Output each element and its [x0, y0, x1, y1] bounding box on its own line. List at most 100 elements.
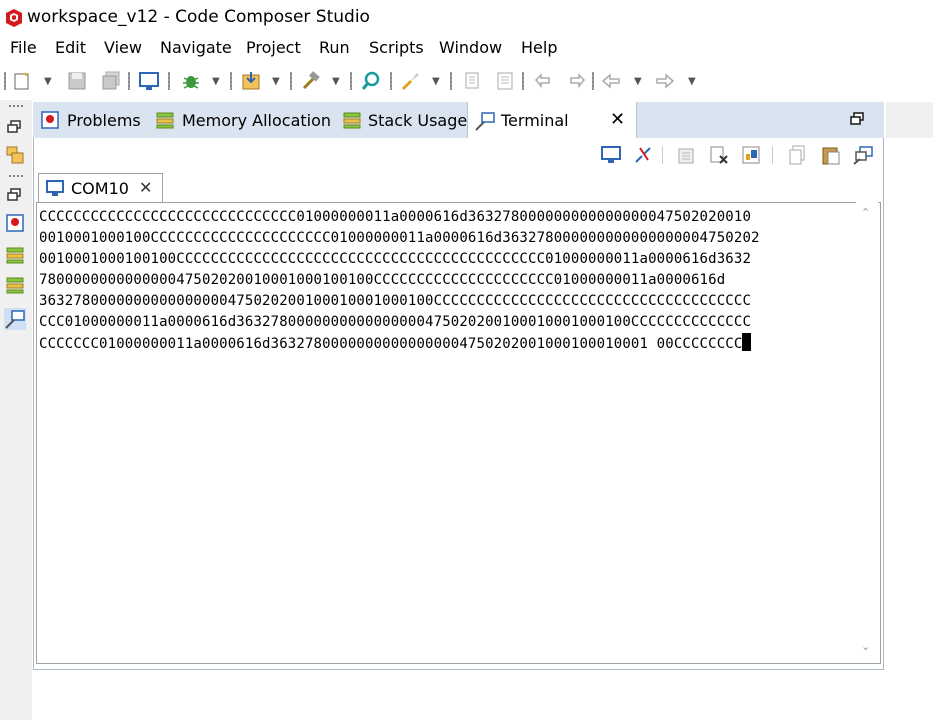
- terminal-line: 3632780000000000000000475020200100010001…: [39, 293, 752, 309]
- back-arrow-icon[interactable]: [600, 70, 622, 92]
- window-title: workspace_v12 - Code Composer Studio: [27, 7, 370, 27]
- terminal-connection-icon: [46, 180, 64, 196]
- debug-dropdown-icon[interactable]: ▼: [212, 76, 220, 87]
- new-dropdown-icon[interactable]: ▼: [44, 76, 52, 87]
- terminal-line: CCC01000000011a0000616d36327800000000000…: [39, 314, 752, 330]
- flash-tool-icon[interactable]: [400, 70, 422, 92]
- stack-usage-icon[interactable]: [4, 274, 26, 296]
- scroll-down-icon[interactable]: ⌄: [861, 640, 870, 653]
- toolbar-separator: [522, 72, 524, 90]
- toolbar-separator: [230, 72, 232, 90]
- back-dropdown-icon[interactable]: ▼: [634, 76, 642, 87]
- open-terminal-icon[interactable]: [600, 144, 622, 166]
- restore-view-icon[interactable]: [848, 110, 866, 128]
- scroll-lock-icon[interactable]: [676, 144, 698, 166]
- trim-grip-icon[interactable]: [8, 104, 24, 108]
- status-area: [33, 670, 933, 720]
- toolbar-separator: [390, 72, 392, 90]
- terminal-view-toolbar: [600, 142, 880, 168]
- next-annotation-icon[interactable]: [462, 70, 484, 92]
- save-all-icon[interactable]: [100, 70, 122, 92]
- terminal-text: CCCCCCCCCCCCCCCCCCCCCCCCCCCCCC0100000001…: [39, 207, 847, 355]
- terminal-icon[interactable]: [138, 70, 160, 92]
- toolbar-separator: [772, 146, 773, 164]
- toolbar-separator: [662, 146, 663, 164]
- menu-run[interactable]: Run: [319, 38, 350, 57]
- restore-icon[interactable]: [4, 184, 26, 206]
- menu-bar: File Edit View Navigate Project Run Scri…: [0, 36, 933, 62]
- main-toolbar: ▼ ▼ ▼ ▼ ▼ ▼ ▼: [0, 66, 933, 98]
- tab-terminal[interactable]: Terminal ✕: [467, 102, 637, 138]
- memory-allocation-icon[interactable]: [4, 244, 26, 266]
- load-dropdown-icon[interactable]: ▼: [272, 76, 280, 87]
- build-dropdown-icon[interactable]: ▼: [332, 76, 340, 87]
- load-program-icon[interactable]: [240, 70, 262, 92]
- forward-dropdown-icon[interactable]: ▼: [688, 76, 696, 87]
- last-edit-icon[interactable]: [532, 70, 554, 92]
- terminal-line: CCCCCCC01000000011a0000616d3632780000000…: [39, 336, 743, 352]
- terminal-output[interactable]: CCCCCCCCCCCCCCCCCCCCCCCCCCCCCC0100000001…: [36, 202, 881, 664]
- scroll-up-icon[interactable]: ⌃: [861, 206, 870, 219]
- flash-dropdown-icon[interactable]: ▼: [432, 76, 440, 87]
- tab-terminal-label: Terminal: [501, 111, 569, 130]
- prev-annotation-icon[interactable]: [494, 70, 516, 92]
- problems-view-icon[interactable]: [4, 212, 26, 234]
- menu-project[interactable]: Project: [246, 38, 301, 57]
- paste-icon[interactable]: [820, 144, 842, 166]
- disconnect-icon[interactable]: [632, 144, 654, 166]
- terminal-line: CCCCCCCCCCCCCCCCCCCCCCCCCCCCCC0100000001…: [39, 209, 752, 225]
- tab-stack-usage-label: Stack Usage: [368, 111, 468, 130]
- terminal-icon: [475, 112, 495, 131]
- tab-problems[interactable]: Problems: [33, 102, 151, 138]
- tab-com10[interactable]: COM10 ✕: [38, 173, 163, 204]
- left-trim-bar: [0, 100, 32, 720]
- toggle-command-input-icon[interactable]: [740, 144, 762, 166]
- tab-stack-usage[interactable]: Stack Usage: [340, 102, 468, 138]
- tab-memory-allocation[interactable]: Memory Allocation: [153, 102, 339, 138]
- menu-help[interactable]: Help: [521, 38, 557, 57]
- restore-icon[interactable]: [4, 116, 26, 138]
- menu-navigate[interactable]: Navigate: [160, 38, 232, 57]
- problems-icon: [41, 111, 59, 129]
- debug-icon[interactable]: [180, 70, 202, 92]
- project-explorer-icon[interactable]: [4, 144, 26, 166]
- terminal-line: 0010001000100CCCCCCCCCCCCCCCCCCCCC010000…: [39, 230, 760, 246]
- terminal-line: 780000000000000047502020010001000100100C…: [39, 272, 726, 288]
- toolbar-separator: [290, 72, 292, 90]
- clear-terminal-icon[interactable]: [708, 144, 730, 166]
- title-bar: workspace_v12 - Code Composer Studio: [0, 0, 933, 36]
- display-selected-connections-icon[interactable]: [852, 144, 874, 166]
- menu-scripts[interactable]: Scripts: [369, 38, 424, 57]
- text-cursor: [742, 333, 752, 351]
- menu-view[interactable]: View: [104, 38, 142, 57]
- trim-grip-icon[interactable]: [8, 174, 24, 178]
- terminal-view-icon[interactable]: [4, 308, 26, 330]
- close-icon[interactable]: ✕: [610, 109, 625, 130]
- copy-icon[interactable]: [786, 144, 808, 166]
- tab-problems-label: Problems: [67, 111, 141, 130]
- menu-file[interactable]: File: [10, 38, 37, 57]
- toolbar-separator: [168, 72, 170, 90]
- menu-edit[interactable]: Edit: [55, 38, 86, 57]
- view-tab-bar: Problems Memory Allocation Stack Usage T…: [33, 102, 884, 138]
- save-icon[interactable]: [66, 70, 88, 92]
- close-icon[interactable]: ✕: [139, 178, 152, 197]
- terminal-line: 0010001000100100CCCCCCCCCCCCCCCCCCCCCCCC…: [39, 251, 752, 267]
- toolbar-separator: [4, 72, 6, 90]
- build-hammer-icon[interactable]: [300, 70, 322, 92]
- forward-arrow-icon[interactable]: [654, 70, 676, 92]
- new-file-icon[interactable]: [12, 70, 34, 92]
- toolbar-separator: [592, 72, 594, 90]
- search-icon[interactable]: [360, 70, 382, 92]
- menu-window[interactable]: Window: [439, 38, 502, 57]
- toolbar-separator: [450, 72, 452, 90]
- forward-edit-icon[interactable]: [566, 70, 588, 92]
- toolbar-separator: [350, 72, 352, 90]
- stack-usage-icon: [343, 112, 361, 129]
- app-logo-icon: [6, 9, 22, 27]
- tab-memory-allocation-label: Memory Allocation: [182, 111, 332, 130]
- vertical-scrollbar[interactable]: ⌃ ⌄: [856, 202, 878, 662]
- toolbar-separator: [128, 72, 130, 90]
- editor-area-gap: [886, 102, 933, 138]
- memory-allocation-icon: [156, 112, 174, 129]
